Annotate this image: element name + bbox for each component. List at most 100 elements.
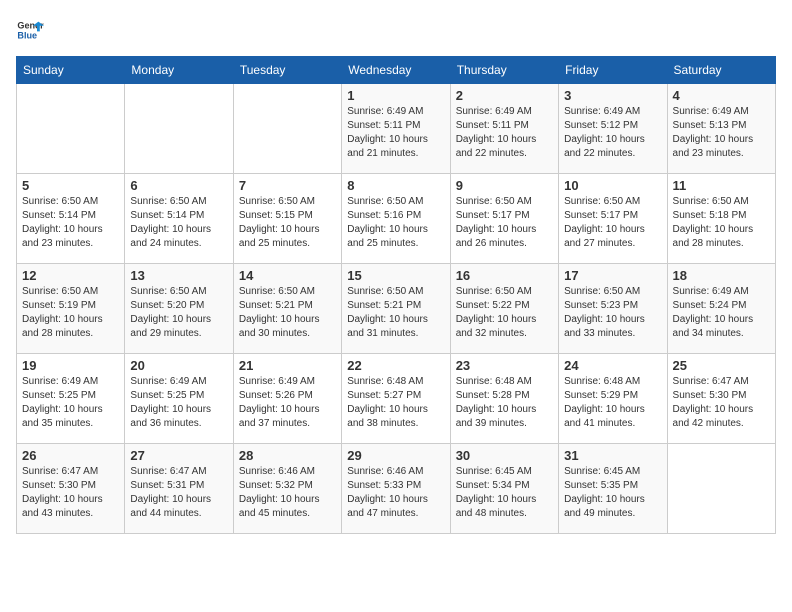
calendar-cell: 6 Sunrise: 6:50 AM Sunset: 5:14 PM Daylig… [125, 174, 233, 264]
calendar-cell: 10Sunrise: 6:50 AM Sunset: 5:17 PM Dayli… [559, 174, 667, 264]
day-info: Sunrise: 6:49 AM Sunset: 5:11 PM Dayligh… [347, 105, 444, 161]
calendar-cell: 14 Sunrise: 6:50 AM Sunset: 5:21 PM Dayli… [233, 264, 341, 354]
day-info: Sunrise: 6:48 AM Sunset: 5:27 PM Dayligh… [347, 375, 444, 431]
day-info: Sunrise: 6:49 AM Sunset: 5:12 PM Dayligh… [564, 105, 661, 161]
calendar-cell: 9Sunrise: 6:50 AM Sunset: 5:17 PM Daylig… [450, 174, 558, 264]
day-info: Sunrise: 6:49 AM Sunset: 5:25 PM Dayligh… [22, 375, 119, 431]
calendar-cell: 30 Sunrise: 6:45 AM Sunset: 5:34 PM Dayli… [450, 444, 558, 534]
day-number: 16 [456, 268, 553, 283]
day-number: 8 [347, 178, 444, 193]
day-number: 17 [564, 268, 661, 283]
calendar-week-row: 26 Sunrise: 6:47 AM Sunset: 5:30 PM Dayli… [17, 444, 776, 534]
day-number: 31 [564, 448, 661, 463]
calendar-cell: 5 Sunrise: 6:50 AM Sunset: 5:14 PM Daylig… [17, 174, 125, 264]
day-number: 26 [22, 448, 119, 463]
day-info: Sunrise: 6:48 AM Sunset: 5:28 PM Dayligh… [456, 375, 553, 431]
day-info: Sunrise: 6:47 AM Sunset: 5:30 PM Dayligh… [673, 375, 770, 431]
day-info: Sunrise: 6:45 AM Sunset: 5:35 PM Dayligh… [564, 465, 661, 521]
day-info: Sunrise: 6:50 AM Sunset: 5:18 PM Dayligh… [673, 195, 770, 251]
day-info: Sunrise: 6:46 AM Sunset: 5:33 PM Dayligh… [347, 465, 444, 521]
day-number: 7 [239, 178, 336, 193]
weekday-header: Thursday [450, 57, 558, 84]
day-info: Sunrise: 6:47 AM Sunset: 5:31 PM Dayligh… [130, 465, 227, 521]
day-info: Sunrise: 6:50 AM Sunset: 5:21 PM Dayligh… [347, 285, 444, 341]
day-info: Sunrise: 6:49 AM Sunset: 5:25 PM Dayligh… [130, 375, 227, 431]
day-info: Sunrise: 6:50 AM Sunset: 5:23 PM Dayligh… [564, 285, 661, 341]
calendar-cell: 27Sunrise: 6:47 AM Sunset: 5:31 PM Dayli… [125, 444, 233, 534]
calendar-cell: 22 Sunrise: 6:48 AM Sunset: 5:27 PM Dayli… [342, 354, 450, 444]
weekday-header: Wednesday [342, 57, 450, 84]
day-number: 22 [347, 358, 444, 373]
calendar-week-row: 12 Sunrise: 6:50 AM Sunset: 5:19 PM Dayli… [17, 264, 776, 354]
day-info: Sunrise: 6:50 AM Sunset: 5:14 PM Dayligh… [130, 195, 227, 251]
calendar-body: 1 Sunrise: 6:49 AM Sunset: 5:11 PM Daylig… [17, 84, 776, 534]
day-number: 29 [347, 448, 444, 463]
day-number: 10 [564, 178, 661, 193]
calendar-cell: 8 Sunrise: 6:50 AM Sunset: 5:16 PM Daylig… [342, 174, 450, 264]
calendar-cell: 29 Sunrise: 6:46 AM Sunset: 5:33 PM Dayli… [342, 444, 450, 534]
calendar-cell: 1 Sunrise: 6:49 AM Sunset: 5:11 PM Daylig… [342, 84, 450, 174]
logo: General Blue [16, 16, 44, 44]
day-number: 19 [22, 358, 119, 373]
calendar-table: SundayMondayTuesdayWednesdayThursdayFrid… [16, 56, 776, 534]
calendar-cell: 24 Sunrise: 6:48 AM Sunset: 5:29 PM Dayli… [559, 354, 667, 444]
calendar-header: SundayMondayTuesdayWednesdayThursdayFrid… [17, 57, 776, 84]
day-info: Sunrise: 6:47 AM Sunset: 5:30 PM Dayligh… [22, 465, 119, 521]
day-number: 5 [22, 178, 119, 193]
day-number: 14 [239, 268, 336, 283]
day-number: 28 [239, 448, 336, 463]
calendar-cell: 17 Sunrise: 6:50 AM Sunset: 5:23 PM Dayli… [559, 264, 667, 354]
day-number: 13 [130, 268, 227, 283]
day-number: 12 [22, 268, 119, 283]
day-info: Sunrise: 6:50 AM Sunset: 5:15 PM Dayligh… [239, 195, 336, 251]
calendar-cell: 3 Sunrise: 6:49 AM Sunset: 5:12 PM Daylig… [559, 84, 667, 174]
day-info: Sunrise: 6:48 AM Sunset: 5:29 PM Dayligh… [564, 375, 661, 431]
day-info: Sunrise: 6:49 AM Sunset: 5:13 PM Dayligh… [673, 105, 770, 161]
calendar-cell [233, 84, 341, 174]
calendar-cell: 28 Sunrise: 6:46 AM Sunset: 5:32 PM Dayli… [233, 444, 341, 534]
day-info: Sunrise: 6:50 AM Sunset: 5:14 PM Dayligh… [22, 195, 119, 251]
day-number: 11 [673, 178, 770, 193]
day-number: 2 [456, 88, 553, 103]
day-info: Sunrise: 6:50 AM Sunset: 5:17 PM Dayligh… [456, 195, 553, 251]
weekday-header: Sunday [17, 57, 125, 84]
day-number: 6 [130, 178, 227, 193]
day-number: 24 [564, 358, 661, 373]
weekday-header: Monday [125, 57, 233, 84]
day-info: Sunrise: 6:49 AM Sunset: 5:26 PM Dayligh… [239, 375, 336, 431]
day-info: Sunrise: 6:50 AM Sunset: 5:16 PM Dayligh… [347, 195, 444, 251]
calendar-cell: 13 Sunrise: 6:50 AM Sunset: 5:20 PM Dayli… [125, 264, 233, 354]
day-info: Sunrise: 6:49 AM Sunset: 5:24 PM Dayligh… [673, 285, 770, 341]
day-info: Sunrise: 6:50 AM Sunset: 5:19 PM Dayligh… [22, 285, 119, 341]
calendar-cell [125, 84, 233, 174]
day-number: 25 [673, 358, 770, 373]
calendar-cell: 18 Sunrise: 6:49 AM Sunset: 5:24 PM Dayli… [667, 264, 775, 354]
day-number: 15 [347, 268, 444, 283]
calendar-week-row: 1 Sunrise: 6:49 AM Sunset: 5:11 PM Daylig… [17, 84, 776, 174]
weekday-header: Saturday [667, 57, 775, 84]
day-info: Sunrise: 6:45 AM Sunset: 5:34 PM Dayligh… [456, 465, 553, 521]
calendar-cell: 2 Sunrise: 6:49 AM Sunset: 5:11 PM Daylig… [450, 84, 558, 174]
calendar-cell: 20Sunrise: 6:49 AM Sunset: 5:25 PM Dayli… [125, 354, 233, 444]
calendar-cell: 23 Sunrise: 6:48 AM Sunset: 5:28 PM Dayli… [450, 354, 558, 444]
day-info: Sunrise: 6:46 AM Sunset: 5:32 PM Dayligh… [239, 465, 336, 521]
weekday-header: Friday [559, 57, 667, 84]
day-number: 3 [564, 88, 661, 103]
calendar-cell: 4Sunrise: 6:49 AM Sunset: 5:13 PM Daylig… [667, 84, 775, 174]
calendar-cell: 31 Sunrise: 6:45 AM Sunset: 5:35 PM Dayli… [559, 444, 667, 534]
logo-icon: General Blue [16, 16, 44, 44]
calendar-cell: 25 Sunrise: 6:47 AM Sunset: 5:30 PM Dayli… [667, 354, 775, 444]
calendar-week-row: 19 Sunrise: 6:49 AM Sunset: 5:25 PM Dayli… [17, 354, 776, 444]
day-number: 1 [347, 88, 444, 103]
day-info: Sunrise: 6:50 AM Sunset: 5:22 PM Dayligh… [456, 285, 553, 341]
calendar-cell: 7 Sunrise: 6:50 AM Sunset: 5:15 PM Daylig… [233, 174, 341, 264]
svg-text:Blue: Blue [17, 30, 37, 40]
calendar-cell: 21Sunrise: 6:49 AM Sunset: 5:26 PM Dayli… [233, 354, 341, 444]
day-info: Sunrise: 6:49 AM Sunset: 5:11 PM Dayligh… [456, 105, 553, 161]
day-number: 30 [456, 448, 553, 463]
day-info: Sunrise: 6:50 AM Sunset: 5:21 PM Dayligh… [239, 285, 336, 341]
day-info: Sunrise: 6:50 AM Sunset: 5:20 PM Dayligh… [130, 285, 227, 341]
calendar-cell: 11 Sunrise: 6:50 AM Sunset: 5:18 PM Dayli… [667, 174, 775, 264]
day-number: 18 [673, 268, 770, 283]
day-number: 23 [456, 358, 553, 373]
